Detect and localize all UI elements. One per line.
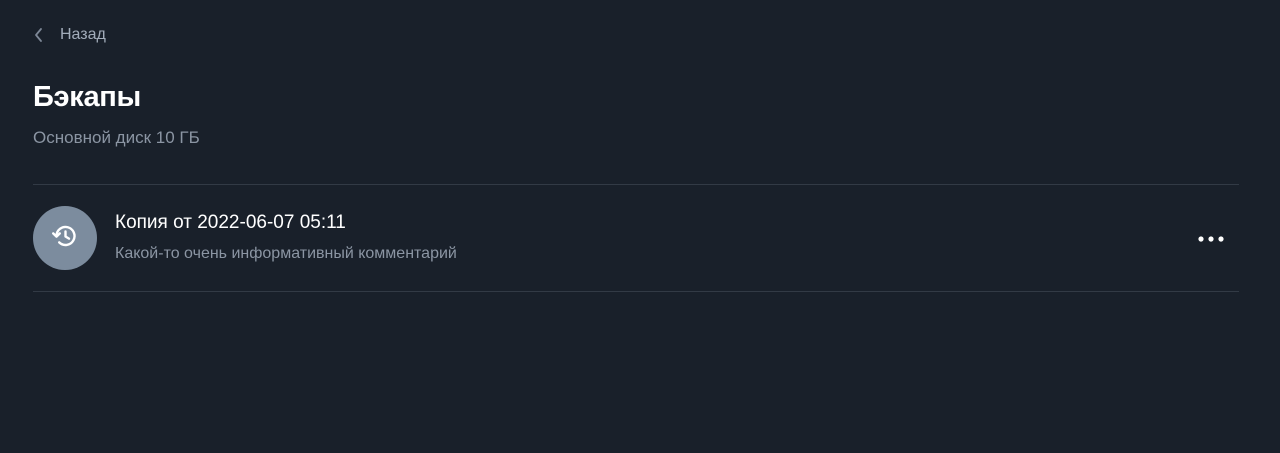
back-link-label: Назад	[60, 26, 106, 43]
restore-history-icon	[50, 221, 80, 256]
page-title: Бэкапы	[33, 81, 141, 113]
backups-page: Назад Бэкапы Основной диск 10 ГБ Копия о…	[0, 0, 1280, 453]
back-link[interactable]: Назад	[33, 24, 106, 46]
backup-comment: Какой-то очень информативный комментарий	[115, 245, 457, 262]
more-horizontal-icon	[1198, 229, 1224, 247]
backup-avatar	[33, 206, 97, 270]
chevron-left-icon	[33, 27, 45, 43]
more-options-button[interactable]	[1191, 225, 1231, 251]
backup-list-item[interactable]: Копия от 2022-06-07 05:11 Какой-то очень…	[33, 185, 1239, 291]
divider	[33, 291, 1239, 292]
page-subtitle: Основной диск 10 ГБ	[33, 128, 200, 147]
backup-title: Копия от 2022-06-07 05:11	[115, 212, 346, 233]
